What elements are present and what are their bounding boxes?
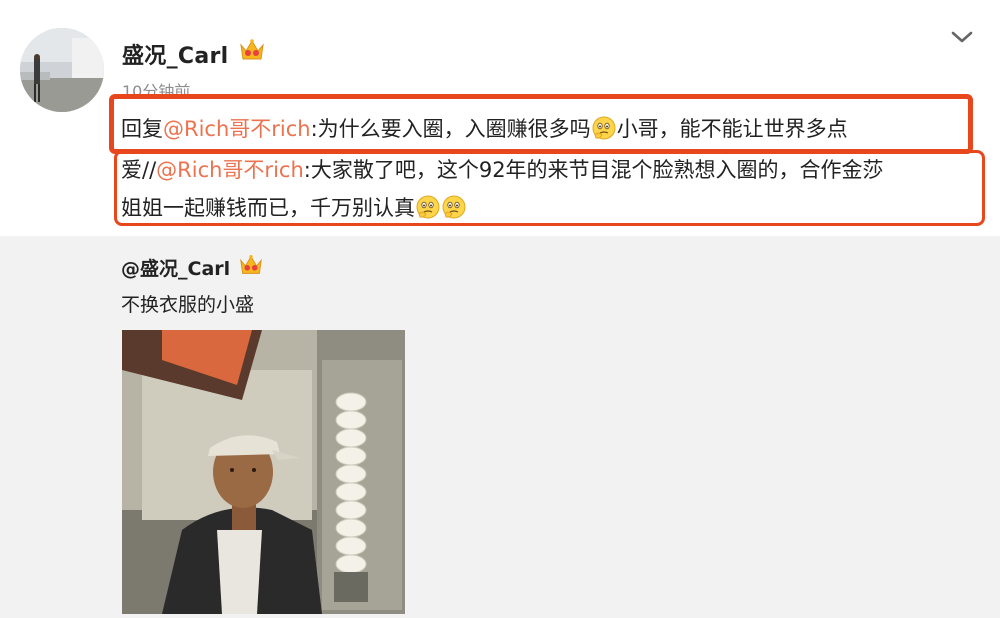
crown-icon — [240, 254, 262, 274]
post-photo[interactable] — [122, 330, 405, 614]
highlight-box-1 — [109, 94, 973, 154]
chevron-down-icon[interactable] — [950, 27, 974, 47]
original-username[interactable]: @盛况_Carl — [121, 254, 230, 281]
comment-post: 盛况_Carl 10分钟前 回复@Rich哥不rich:为什么要入圈，入圈赚很多… — [0, 0, 1000, 236]
reposted-card[interactable]: @盛况_Carl 不换衣服的小盛 — [0, 236, 1000, 618]
crown-icon — [240, 39, 264, 60]
avatar[interactable] — [20, 28, 104, 112]
username[interactable]: 盛况_Carl — [122, 38, 228, 70]
highlight-box-2 — [114, 150, 985, 226]
original-post-text: 不换衣服的小盛 — [121, 294, 255, 316]
